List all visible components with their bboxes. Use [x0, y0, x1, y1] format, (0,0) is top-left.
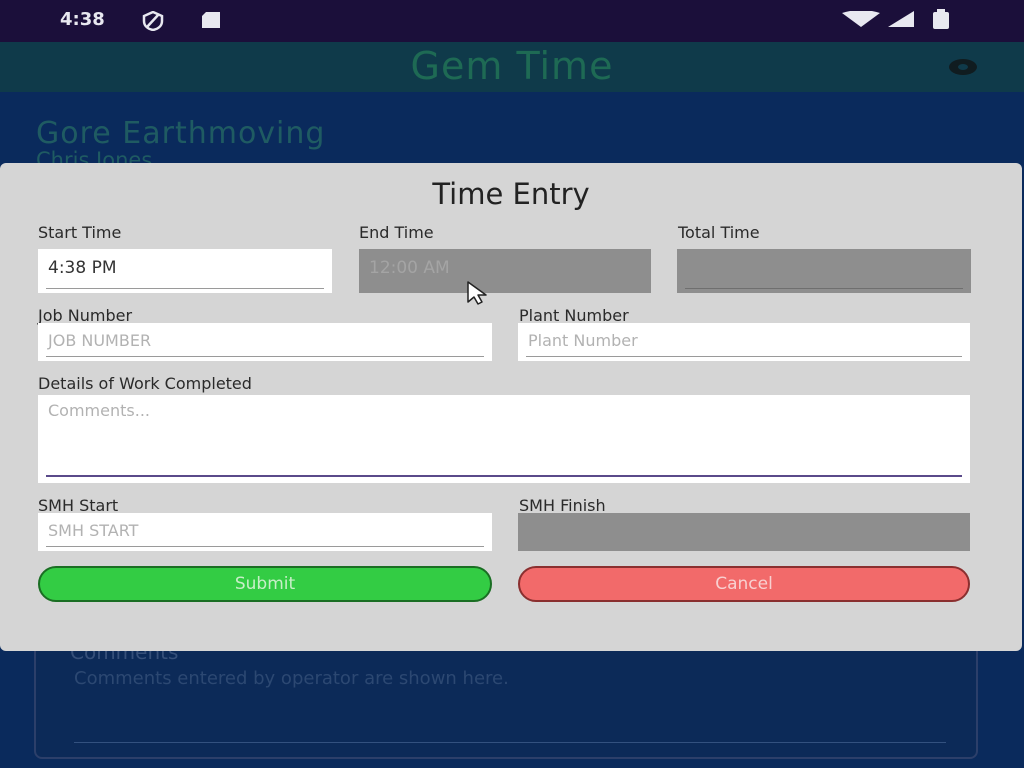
- job-number-underline: [46, 356, 484, 357]
- start-time-field[interactable]: 4:38 PM: [38, 249, 332, 293]
- smh-start-underline: [46, 546, 484, 547]
- plant-number-placeholder: Plant Number: [528, 331, 638, 350]
- plant-number-underline: [526, 356, 962, 357]
- smh-start-field[interactable]: SMH START: [38, 513, 492, 551]
- details-underline: [46, 475, 962, 477]
- details-label: Details of Work Completed: [38, 374, 252, 393]
- company-name: Gore Earthmoving: [36, 116, 326, 151]
- cellular-signal-icon: [888, 11, 914, 27]
- start-time-label: Start Time: [38, 223, 122, 242]
- wifi-icon: [842, 11, 880, 27]
- end-time-placeholder: 12:00 AM: [369, 258, 450, 278]
- end-time-label: End Time: [359, 223, 434, 242]
- app-bar: Gem Time: [0, 42, 1024, 92]
- status-bar: 4:38: [0, 0, 1024, 42]
- gear-icon[interactable]: [948, 58, 978, 76]
- battery-icon: [933, 9, 949, 29]
- job-number-field[interactable]: JOB NUMBER: [38, 323, 492, 361]
- end-time-field[interactable]: 12:00 AM: [359, 249, 651, 293]
- mouse-cursor-icon: [467, 281, 487, 305]
- start-time-value: 4:38 PM: [48, 258, 117, 278]
- plant-number-field[interactable]: Plant Number: [518, 323, 970, 361]
- total-time-underline: [685, 288, 963, 289]
- vpn-shield-icon: [142, 11, 164, 31]
- start-time-underline: [46, 288, 324, 289]
- details-placeholder: Comments...: [48, 401, 150, 420]
- status-time: 4:38: [60, 9, 105, 30]
- total-time-field[interactable]: [677, 249, 971, 293]
- comments-underline: [74, 742, 946, 743]
- comments-hint: Comments entered by operator are shown h…: [74, 668, 509, 689]
- dialog-title: Time Entry: [432, 177, 590, 211]
- job-number-placeholder: JOB NUMBER: [48, 331, 152, 350]
- time-entry-dialog: Time Entry Start Time 4:38 PM End Time 1…: [0, 163, 1022, 651]
- app-title: Gem Time: [410, 44, 614, 88]
- smh-finish-field[interactable]: [518, 513, 970, 551]
- submit-button[interactable]: Submit: [38, 566, 492, 602]
- total-time-label: Total Time: [678, 223, 760, 242]
- smh-start-placeholder: SMH START: [48, 521, 139, 540]
- comments-card: Comments Comments entered by operator ar…: [34, 640, 978, 759]
- details-textarea[interactable]: Comments...: [38, 395, 970, 483]
- cancel-button[interactable]: Cancel: [518, 566, 970, 602]
- sd-card-icon: [202, 12, 220, 28]
